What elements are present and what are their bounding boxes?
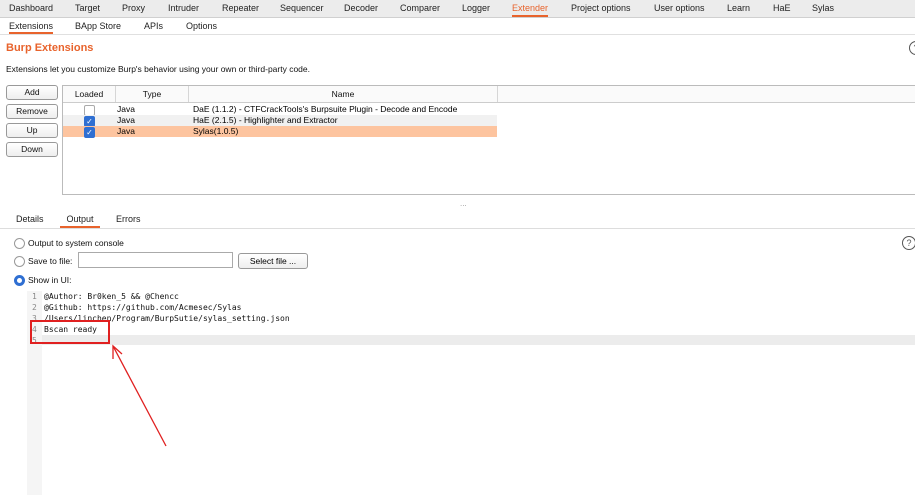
tab-logger[interactable]: Logger — [462, 0, 490, 17]
table-row-selected[interactable]: ✓ Java Sylas(1.0.5) — [63, 126, 497, 138]
tab-project-options[interactable]: Project options — [571, 0, 631, 17]
tab-learn[interactable]: Learn — [727, 0, 750, 17]
line-number: 2 — [32, 303, 37, 312]
tab-decoder[interactable]: Decoder — [344, 0, 378, 17]
table-row[interactable]: Java DaE (1.1.2) - CTFCrackTools's Burps… — [63, 104, 497, 116]
tab-extender[interactable]: Extender — [512, 0, 549, 17]
table-header: Loaded Type Name — [63, 86, 915, 103]
line-number: 1 — [32, 292, 37, 301]
row-type: Java — [117, 126, 135, 136]
table-row[interactable]: ✓ Java HaE (2.1.5) - Highlighter and Ext… — [63, 115, 497, 127]
tab-options[interactable]: Options — [186, 18, 217, 34]
console-line: @Author: Br0ken_5 && @Chencc — [44, 292, 179, 301]
tab-user-options[interactable]: User options — [654, 0, 705, 17]
tab-extensions[interactable]: Extensions — [9, 18, 54, 34]
row-type: Java — [117, 115, 135, 125]
console-line: @Github: https://github.com/Acmesec/Syla… — [44, 303, 242, 312]
loaded-checkbox[interactable]: ✓ — [84, 127, 95, 138]
tab-comparer[interactable]: Comparer — [400, 0, 440, 17]
tab-sylas[interactable]: Sylas — [812, 0, 834, 17]
up-button[interactable]: Up — [6, 123, 58, 138]
radio-show-in-ui[interactable] — [14, 275, 25, 286]
label-system-console: Output to system console — [28, 238, 124, 248]
tab-proxy[interactable]: Proxy — [122, 0, 145, 17]
top-tab-bar: Dashboard Target Proxy Intruder Repeater… — [0, 0, 915, 18]
label-show-in-ui: Show in UI: — [28, 275, 72, 285]
details-tab-bar: Details Output Errors — [0, 211, 915, 229]
file-path-input[interactable] — [78, 252, 233, 268]
row-name: DaE (1.1.2) - CTFCrackTools's Burpsuite … — [193, 104, 458, 114]
row-name: Sylas(1.0.5) — [193, 126, 239, 136]
tab-hae[interactable]: HaE — [773, 0, 791, 17]
tab-intruder[interactable]: Intruder — [168, 0, 199, 17]
tab-apis[interactable]: APIs — [144, 18, 163, 34]
header-name[interactable]: Name — [189, 86, 498, 102]
header-loaded[interactable]: Loaded — [63, 86, 116, 102]
annotation-box — [30, 320, 110, 344]
tab-output[interactable]: Output — [60, 211, 100, 228]
tab-repeater[interactable]: Repeater — [222, 0, 259, 17]
help-icon[interactable]: ? — [902, 236, 915, 250]
radio-system-console[interactable] — [14, 238, 25, 249]
remove-button[interactable]: Remove — [6, 104, 58, 119]
sub-tab-bar: Extensions BApp Store APIs Options — [0, 18, 915, 35]
add-button[interactable]: Add — [6, 85, 58, 100]
output-console[interactable]: 1 2 3 4 5 @Author: Br0ken_5 && @Chencc @… — [27, 291, 915, 495]
extensions-table: Loaded Type Name Java DaE (1.1.2) - CTFC… — [62, 85, 915, 195]
tab-details[interactable]: Details — [16, 211, 44, 228]
label-save-to-file: Save to file: — [28, 256, 73, 266]
select-file-button[interactable]: Select file ... — [238, 253, 308, 269]
help-icon[interactable]: ? — [909, 41, 915, 55]
current-line-highlight — [42, 335, 915, 345]
down-button[interactable]: Down — [6, 142, 58, 157]
row-name: HaE (2.1.5) - Highlighter and Extractor — [193, 115, 338, 125]
tab-sequencer[interactable]: Sequencer — [280, 0, 324, 17]
header-type[interactable]: Type — [116, 86, 189, 102]
splitter-handle[interactable]: ... — [460, 199, 467, 208]
page-title: Burp Extensions — [6, 42, 94, 54]
row-type: Java — [117, 104, 135, 114]
page-description: Extensions let you customize Burp's beha… — [6, 64, 310, 74]
tab-bapp-store[interactable]: BApp Store — [75, 18, 121, 34]
tab-dashboard[interactable]: Dashboard — [9, 0, 53, 17]
radio-save-to-file[interactable] — [14, 256, 25, 267]
tab-target[interactable]: Target — [75, 0, 100, 17]
tab-errors[interactable]: Errors — [116, 211, 141, 228]
